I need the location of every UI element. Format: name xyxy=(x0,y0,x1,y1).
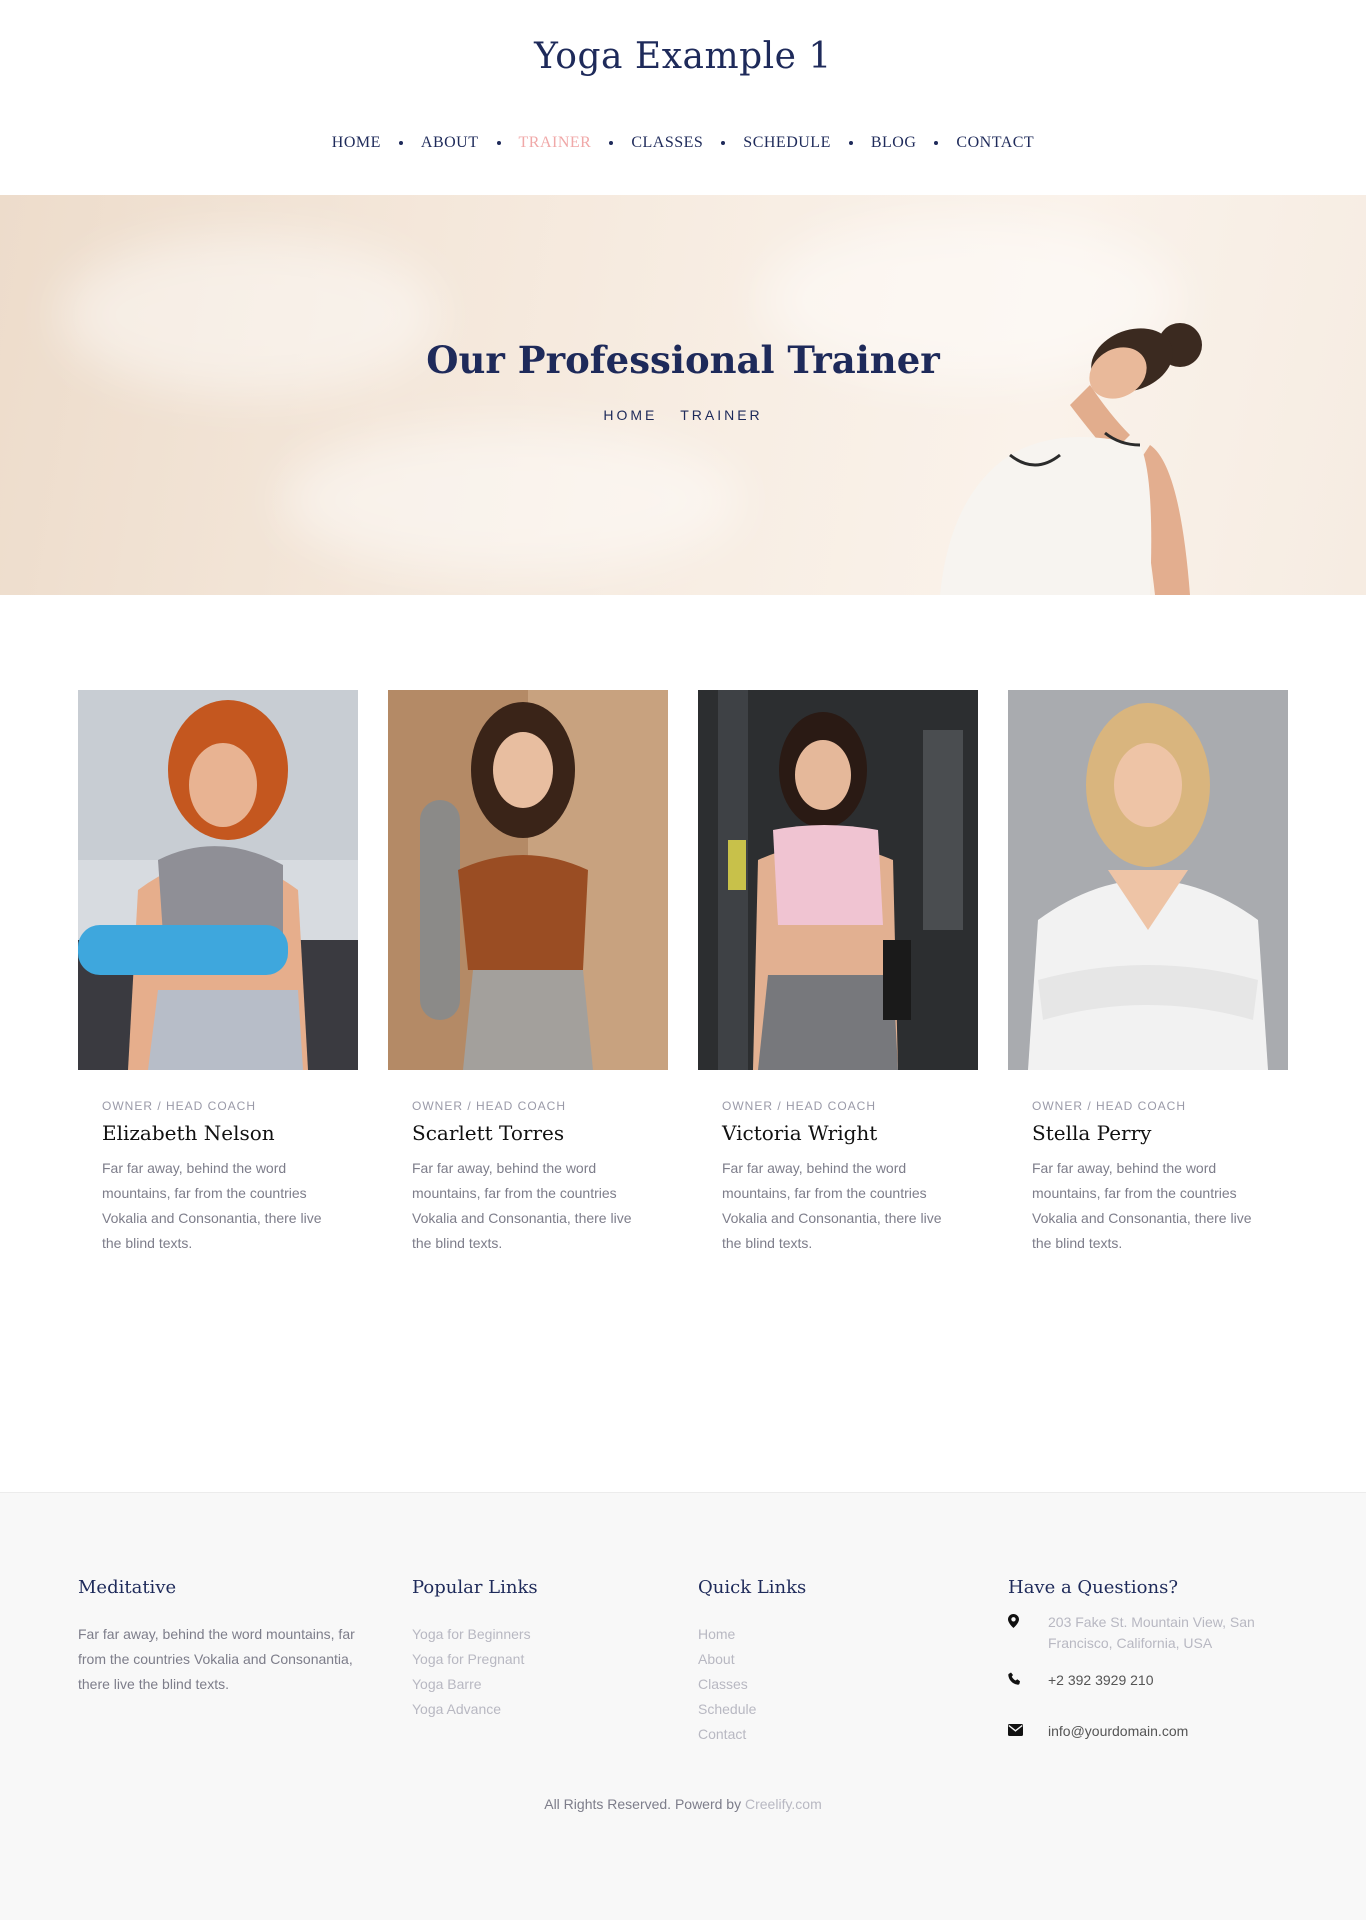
breadcrumb-home[interactable]: HOME xyxy=(603,407,657,423)
trainer-name[interactable]: Scarlett Torres xyxy=(412,1121,644,1145)
trainer-info: OWNER / HEAD COACH Stella Perry Far far … xyxy=(1008,1070,1288,1256)
popular-link[interactable]: Yoga for Beginners xyxy=(412,1622,538,1647)
trainer-info: OWNER / HEAD COACH Scarlett Torres Far f… xyxy=(388,1070,668,1256)
nav-item-home[interactable]: HOME xyxy=(332,134,381,152)
nav-item-blog[interactable]: BLOG xyxy=(871,134,917,152)
nav-item-classes[interactable]: CLASSES xyxy=(631,134,703,152)
nav-item-contact[interactable]: CONTACT xyxy=(956,134,1034,152)
trainer-photo[interactable] xyxy=(698,690,978,1070)
nav-item-schedule[interactable]: SCHEDULE xyxy=(743,134,831,152)
trainer-role: OWNER / HEAD COACH xyxy=(102,1099,257,1113)
phone-icon xyxy=(1008,1670,1048,1690)
footer-heading: Popular Links xyxy=(412,1577,538,1598)
hero-cloud xyxy=(280,425,740,575)
trainer-card[interactable]: OWNER / HEAD COACH Scarlett Torres Far f… xyxy=(388,690,668,1256)
contact-address: 203 Fake St. Mountain View, San Francisc… xyxy=(1048,1614,1255,1651)
trainer-name[interactable]: Elizabeth Nelson xyxy=(102,1121,334,1145)
site-footer: Meditative Far far away, behind the word… xyxy=(0,1492,1366,1920)
quick-link[interactable]: Schedule xyxy=(698,1697,806,1722)
trainer-card[interactable]: OWNER / HEAD COACH Stella Perry Far far … xyxy=(1008,690,1288,1256)
contact-email-row: info@yourdomain.com xyxy=(1008,1721,1278,1742)
breadcrumb-trainer: TRAINER xyxy=(680,407,763,423)
main-nav: HOME ABOUT TRAINER CLASSES SCHEDULE BLOG… xyxy=(0,134,1366,152)
nav-item-about[interactable]: ABOUT xyxy=(421,134,479,152)
footer-about-text: Far far away, behind the word mountains,… xyxy=(78,1626,355,1692)
nav-separator xyxy=(721,141,726,145)
footer-heading: Quick Links xyxy=(698,1577,807,1598)
trainer-card[interactable]: OWNER / HEAD COACH Elizabeth Nelson Far … xyxy=(78,690,358,1256)
trainer-info: OWNER / HEAD COACH Victoria Wright Far f… xyxy=(698,1070,978,1256)
trainer-info: OWNER / HEAD COACH Elizabeth Nelson Far … xyxy=(78,1070,358,1256)
nav-item-trainer[interactable]: TRAINER xyxy=(519,134,592,152)
popular-link[interactable]: Yoga for Pregnant xyxy=(412,1647,538,1672)
trainer-name[interactable]: Victoria Wright xyxy=(722,1121,954,1145)
footer-about: Meditative Far far away, behind the word… xyxy=(78,1577,368,1697)
nav-separator xyxy=(609,141,614,145)
trainer-bio: Far far away, behind the word mountains,… xyxy=(1032,1160,1252,1251)
trainer-role: OWNER / HEAD COACH xyxy=(1032,1099,1187,1113)
trainer-bio: Far far away, behind the word mountains,… xyxy=(722,1160,942,1251)
contact-phone[interactable]: +2 392 3929 210 xyxy=(1048,1670,1154,1691)
trainer-bio: Far far away, behind the word mountains,… xyxy=(102,1160,322,1251)
nav-separator xyxy=(934,141,939,145)
quick-link[interactable]: Contact xyxy=(698,1722,806,1747)
envelope-icon xyxy=(1008,1721,1048,1741)
breadcrumb: HOME TRAINER xyxy=(0,407,1366,423)
copyright-link[interactable]: Creelify.com xyxy=(745,1796,822,1812)
trainer-photo[interactable] xyxy=(1008,690,1288,1070)
trainer-photo[interactable] xyxy=(388,690,668,1070)
copyright-text: All Rights Reserved. Powerd by xyxy=(544,1796,742,1812)
footer-contact: Have a Questions? 203 Fake St. Mountain … xyxy=(1008,1577,1278,1742)
hero-title: Our Professional Trainer xyxy=(426,338,940,382)
copyright: All Rights Reserved. Powerd by Creelify.… xyxy=(0,1796,1366,1812)
trainer-role: OWNER / HEAD COACH xyxy=(722,1099,877,1113)
trainer-name[interactable]: Stella Perry xyxy=(1032,1121,1264,1145)
nav-separator xyxy=(496,141,501,145)
popular-link[interactable]: Yoga Barre xyxy=(412,1672,538,1697)
footer-popular-links: Popular Links Yoga for Beginners Yoga fo… xyxy=(412,1577,538,1722)
contact-phone-row: +2 392 3929 210 xyxy=(1008,1670,1278,1691)
trainer-card[interactable]: OWNER / HEAD COACH Victoria Wright Far f… xyxy=(698,690,978,1256)
quick-link[interactable]: Classes xyxy=(698,1672,806,1697)
popular-link[interactable]: Yoga Advance xyxy=(412,1697,538,1722)
contact-email[interactable]: info@yourdomain.com xyxy=(1048,1721,1188,1742)
hero-banner: Our Professional Trainer HOME TRAINER xyxy=(0,195,1366,595)
contact-address-row: 203 Fake St. Mountain View, San Francisc… xyxy=(1008,1612,1278,1654)
trainer-bio: Far far away, behind the word mountains,… xyxy=(412,1160,632,1251)
footer-heading: Meditative xyxy=(78,1577,177,1598)
footer-quick-links: Quick Links Home About Classes Schedule … xyxy=(698,1577,806,1747)
trainer-role: OWNER / HEAD COACH xyxy=(412,1099,567,1113)
quick-link[interactable]: About xyxy=(698,1647,806,1672)
nav-separator xyxy=(848,141,853,145)
site-title[interactable]: Yoga Example 1 xyxy=(0,36,1366,77)
trainer-photo[interactable] xyxy=(78,690,358,1070)
quick-link[interactable]: Home xyxy=(698,1622,806,1647)
footer-heading: Have a Questions? xyxy=(1008,1577,1178,1598)
trainers-grid: OWNER / HEAD COACH Elizabeth Nelson Far … xyxy=(78,690,1288,1256)
site-header: Yoga Example 1 HOME ABOUT TRAINER CLASSE… xyxy=(0,0,1366,195)
nav-separator xyxy=(398,141,403,145)
map-marker-icon xyxy=(1008,1612,1048,1633)
